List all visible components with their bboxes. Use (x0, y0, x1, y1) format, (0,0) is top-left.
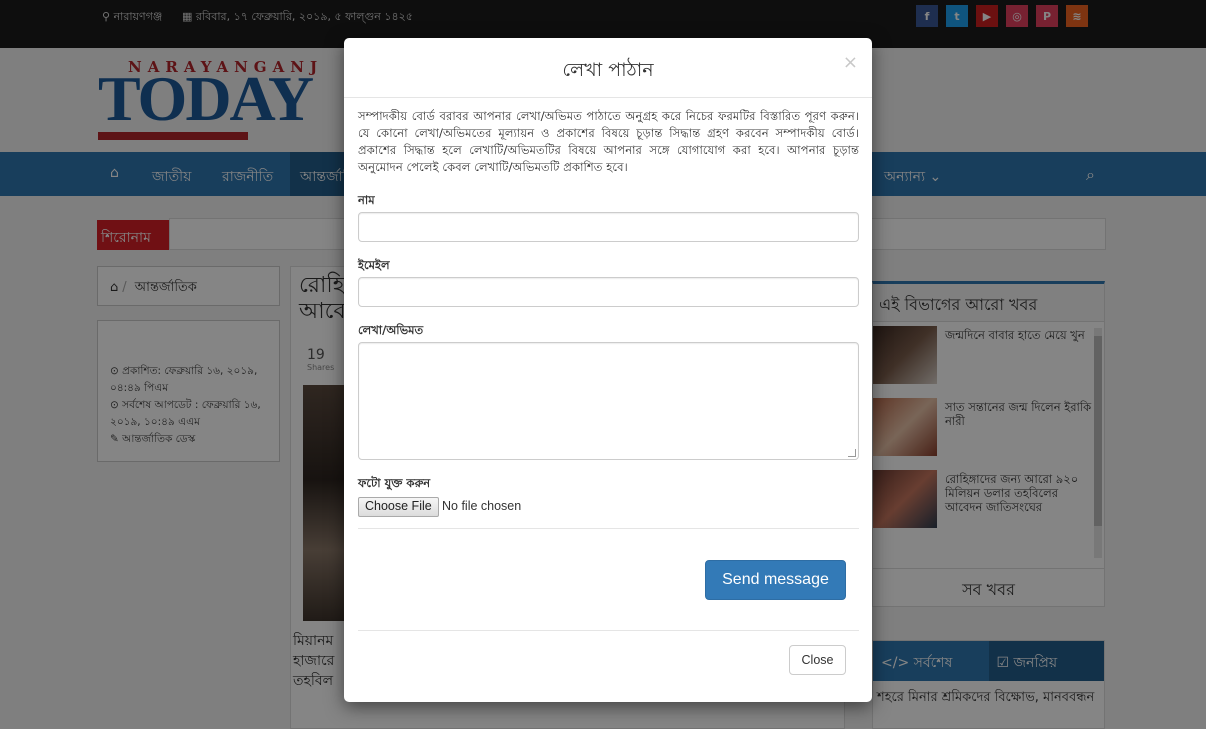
name-label: নাম (358, 193, 375, 207)
name-field[interactable] (358, 212, 859, 242)
email-label: ইমেইল (358, 258, 390, 272)
resize-handle[interactable] (848, 449, 856, 457)
modal-instructions: সম্পাদকীয় বোর্ড বরাবর আপনার লেখা/অভিমত … (358, 109, 859, 174)
email-field[interactable] (358, 277, 859, 307)
modal-footer-divider (358, 630, 859, 631)
close-button[interactable]: Close (789, 645, 846, 675)
modal-header: লেখা পাঠান × (344, 38, 872, 98)
message-label: লেখা/অভিমত (358, 323, 424, 337)
message-textarea[interactable] (358, 342, 859, 460)
send-message-button[interactable]: Send message (705, 560, 846, 600)
modal-title: লেখা পাঠান (562, 59, 654, 81)
photo-label: ফটো যুক্ত করুন (358, 476, 431, 490)
choose-file-button[interactable]: Choose File (358, 497, 439, 517)
close-icon[interactable]: × (843, 52, 858, 73)
file-status: No file chosen (442, 499, 522, 513)
submit-article-modal: লেখা পাঠান × সম্পাদকীয় বোর্ড বরাবর আপনা… (344, 38, 872, 702)
divider (358, 528, 859, 529)
